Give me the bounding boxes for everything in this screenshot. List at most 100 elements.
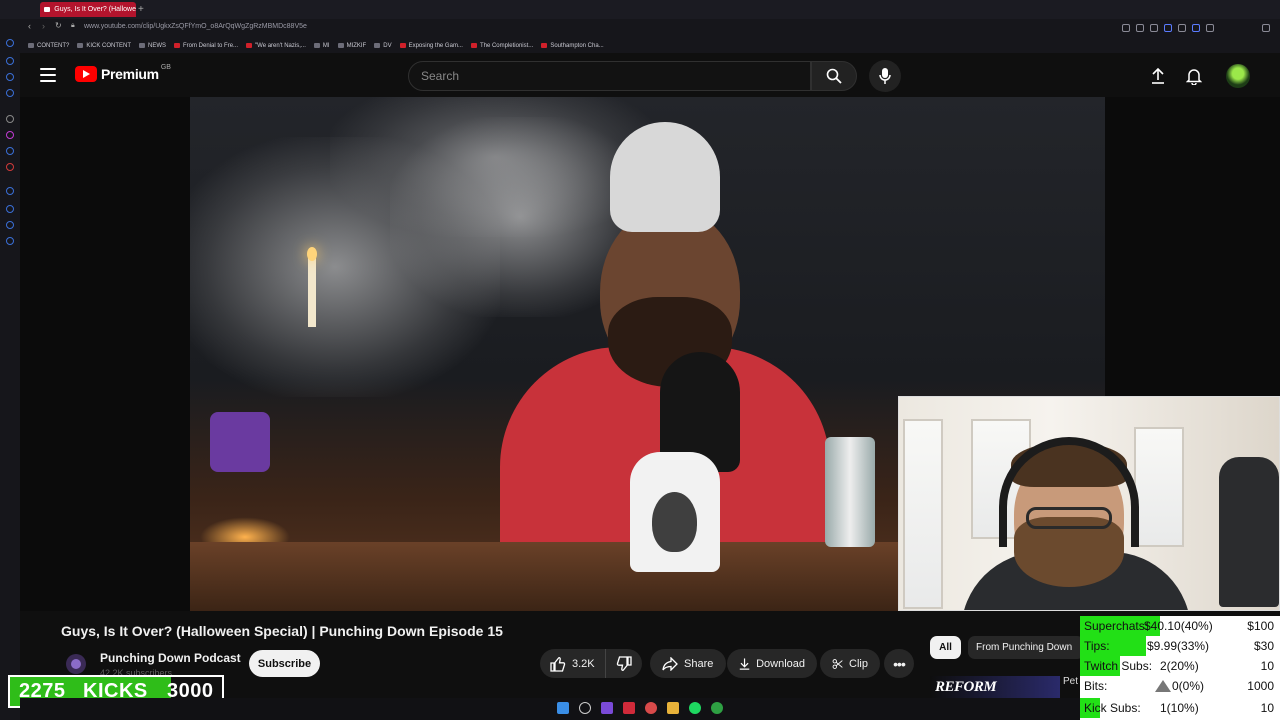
- sidebar-app-icon[interactable]: [6, 205, 14, 213]
- voice-search-button[interactable]: [869, 60, 901, 92]
- donation-goal: 10: [1260, 659, 1274, 673]
- bookmark-item[interactable]: CONTENT?: [28, 43, 69, 49]
- forward-icon[interactable]: ›: [42, 21, 45, 31]
- window: [903, 419, 943, 609]
- translate-icon[interactable]: [1136, 24, 1144, 32]
- browser-sidebar: [0, 19, 20, 720]
- like-button[interactable]: 3.2K: [540, 649, 606, 678]
- bookmark-item[interactable]: Southampton Cha...: [541, 42, 604, 49]
- bookmark-favicon-icon: [28, 43, 34, 48]
- like-dislike-group: 3.2K: [540, 649, 642, 678]
- shield-icon[interactable]: [1164, 24, 1172, 32]
- recommended-thumbnail[interactable]: REFORM: [930, 676, 1060, 700]
- bookmark-label: DV: [383, 42, 392, 49]
- spotify-icon[interactable]: [689, 702, 701, 714]
- notifications-button[interactable]: [1184, 66, 1204, 86]
- donation-label: Superchats:: [1084, 619, 1149, 633]
- bookmark-icon[interactable]: [1150, 24, 1158, 32]
- webcam-overlay: [898, 396, 1280, 611]
- candle-flame: [307, 247, 317, 261]
- taskbar-app-icon[interactable]: [645, 702, 657, 714]
- logo-region: GB: [160, 63, 171, 71]
- channel-name[interactable]: Punching Down Podcast: [100, 651, 241, 665]
- bookmark-label: The Completionist...: [479, 42, 534, 49]
- bookmark-item[interactable]: Exposing the Gam...: [399, 43, 463, 49]
- channel-avatar[interactable]: [66, 654, 86, 674]
- reload-icon[interactable]: ↻: [55, 21, 62, 30]
- bookmark-item[interactable]: KICK CONTENT: [77, 43, 131, 49]
- chip-from-channel[interactable]: From Punching Down: [968, 636, 1084, 659]
- download-button[interactable]: Download: [727, 649, 817, 678]
- sidebar-app-icon[interactable]: [6, 89, 14, 97]
- taskbar-app-icon[interactable]: [601, 702, 613, 714]
- clip-button[interactable]: Clip: [820, 649, 880, 678]
- sidebar-app-icon[interactable]: [6, 73, 14, 81]
- donation-value: $40.10(40%): [1144, 619, 1213, 633]
- donation-value: $9.99(33%): [1147, 639, 1210, 653]
- bookmark-label: MIZKIF: [346, 42, 367, 49]
- bookmark-favicon-icon: [541, 43, 548, 48]
- xbox-icon[interactable]: [711, 702, 723, 714]
- dislike-button[interactable]: [606, 649, 642, 678]
- video-title: Guys, Is It Over? (Halloween Special) | …: [61, 623, 503, 639]
- hamburger-menu-icon[interactable]: [40, 68, 56, 82]
- bookmark-item[interactable]: NEWS: [139, 43, 166, 49]
- search-button[interactable]: [811, 61, 857, 91]
- bookmark-favicon-icon: [337, 43, 344, 48]
- more-actions-button[interactable]: •••: [884, 649, 914, 678]
- os-taskbar: [20, 698, 1080, 720]
- donation-value: 2(20%): [1160, 659, 1199, 673]
- recommended-title[interactable]: Pet: [1063, 676, 1078, 687]
- sidebar-app-icon[interactable]: [6, 57, 14, 65]
- chip-all[interactable]: All: [930, 636, 961, 659]
- donation-value: 1(10%): [1160, 701, 1199, 715]
- bookmark-item[interactable]: "We aren't Nazis,...: [246, 43, 306, 49]
- folder-icon[interactable]: [667, 702, 679, 714]
- subscribe-button[interactable]: Subscribe: [249, 650, 320, 677]
- sidebar-app-icon[interactable]: [6, 39, 14, 47]
- scream-mask: [652, 492, 697, 552]
- bookmark-item[interactable]: MIZKIF: [337, 42, 367, 49]
- extensions-icon[interactable]: [1206, 24, 1214, 32]
- bookmark-item[interactable]: From Denial to Fre...: [174, 43, 238, 49]
- youtube-premium-logo[interactable]: Premium GB: [75, 63, 171, 82]
- share-button[interactable]: Share: [650, 649, 726, 678]
- heart-icon[interactable]: [1192, 24, 1200, 32]
- sidebar-app-icon[interactable]: [6, 187, 14, 195]
- sidebar-app-icon[interactable]: [6, 221, 14, 229]
- taskbar-search-icon[interactable]: [579, 702, 591, 714]
- donation-goal: $100: [1247, 619, 1274, 633]
- upload-button[interactable]: [1148, 66, 1168, 86]
- zoom-icon[interactable]: [1122, 24, 1130, 32]
- donation-row-twitch-subs: Twitch Subs: 2(20%) 10: [1080, 656, 1280, 676]
- back-icon[interactable]: ‹: [28, 21, 31, 31]
- bookmark-favicon-icon: [174, 43, 181, 48]
- bookmark-item[interactable]: MI: [313, 43, 330, 49]
- bookmark-label: Southampton Cha...: [550, 42, 604, 49]
- download-icon: [739, 657, 750, 670]
- bookmarks-bar: CONTENT? KICK CONTENT NEWS From Denial to F…: [0, 38, 1280, 53]
- play-icon[interactable]: [1178, 24, 1186, 32]
- new-tab-icon[interactable]: +: [138, 4, 144, 15]
- browser-tab-active[interactable]: Guys, Is It Over? (Hallowe: [40, 2, 136, 17]
- host-hat: [610, 122, 720, 232]
- thumbs-down-icon: [616, 655, 632, 671]
- bookmark-label: "We aren't Nazis,...: [255, 42, 306, 49]
- windows-start-icon[interactable]: [557, 702, 569, 714]
- sidebar-app-icon[interactable]: [6, 115, 14, 123]
- menu-dots-icon[interactable]: [1262, 24, 1270, 32]
- sidebar-app-icon[interactable]: [6, 147, 14, 155]
- bookmark-item[interactable]: DV: [374, 42, 392, 49]
- upload-icon: [1152, 67, 1164, 84]
- search-box[interactable]: [408, 61, 811, 91]
- sidebar-app-icon[interactable]: [6, 163, 14, 171]
- bookmark-item[interactable]: The Completionist...: [470, 42, 534, 49]
- url-field[interactable]: www.youtube.com/clip/UgkxZsQFfYmO_o8ArQq…: [84, 23, 307, 30]
- sidebar-app-icon[interactable]: [6, 237, 14, 245]
- sidebar-app-icon[interactable]: [6, 131, 14, 139]
- search-input[interactable]: [421, 69, 810, 83]
- bookmark-favicon-icon: [139, 43, 146, 48]
- tab-title: Guys, Is It Over? (Hallowe: [54, 6, 136, 13]
- taskbar-browser-icon[interactable]: [623, 702, 635, 714]
- user-avatar[interactable]: [1226, 64, 1250, 88]
